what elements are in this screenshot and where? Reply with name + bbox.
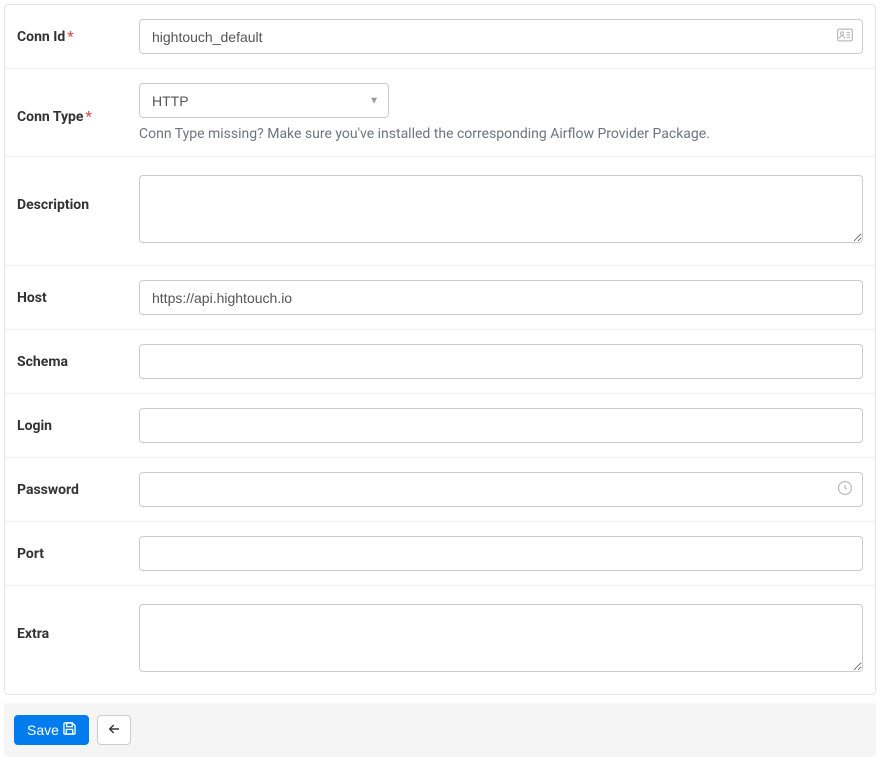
required-marker: * xyxy=(86,109,92,125)
conn-id-label: Conn Id* xyxy=(17,29,139,45)
conn-id-input[interactable] xyxy=(139,19,863,54)
host-label: Host xyxy=(17,290,139,306)
row-conn-type: Conn Type* HTTP ▼ Conn Type missing? Mak… xyxy=(5,69,875,157)
extra-textarea[interactable] xyxy=(139,604,863,672)
schema-label: Schema xyxy=(17,354,139,370)
port-input[interactable] xyxy=(139,536,863,571)
save-icon xyxy=(63,722,76,738)
row-login: Login xyxy=(5,394,875,458)
password-label: Password xyxy=(17,482,139,498)
conn-type-select[interactable]: HTTP xyxy=(139,83,389,118)
save-button[interactable]: Save xyxy=(14,715,89,745)
row-description: Description xyxy=(5,157,875,266)
row-port: Port xyxy=(5,522,875,586)
arrow-left-icon xyxy=(108,722,120,738)
description-textarea[interactable] xyxy=(139,175,863,243)
schema-input[interactable] xyxy=(139,344,863,379)
extra-label: Extra xyxy=(17,604,139,642)
row-conn-id: Conn Id* xyxy=(5,5,875,69)
description-label: Description xyxy=(17,175,139,213)
conn-type-help-text: Conn Type missing? Make sure you've inst… xyxy=(139,126,863,142)
row-extra: Extra xyxy=(5,586,875,694)
conn-type-label: Conn Type* xyxy=(17,101,139,125)
row-password: Password xyxy=(5,458,875,522)
save-button-label: Save xyxy=(27,722,59,738)
login-input[interactable] xyxy=(139,408,863,443)
back-button[interactable] xyxy=(97,715,131,745)
port-label: Port xyxy=(17,546,139,562)
login-label: Login xyxy=(17,418,139,434)
required-marker: * xyxy=(67,29,73,45)
row-schema: Schema xyxy=(5,330,875,394)
connection-form: Conn Id* Conn Type* xyxy=(4,4,876,695)
host-input[interactable] xyxy=(139,280,863,315)
password-input[interactable] xyxy=(139,472,863,507)
footer-bar: Save xyxy=(4,703,876,757)
row-host: Host xyxy=(5,266,875,330)
